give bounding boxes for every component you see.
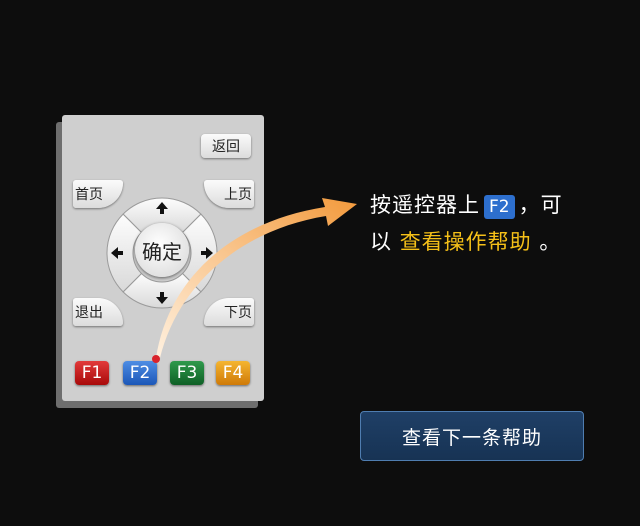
- f2-key-badge: F2: [484, 195, 515, 219]
- help-highlight: 查看操作帮助: [399, 230, 532, 254]
- pointer-dot: [152, 355, 160, 363]
- help-text-end: 。: [539, 230, 562, 254]
- help-text-line-2: 以 查看操作帮助 。: [370, 226, 561, 256]
- help-text-prefix-2: 以: [370, 230, 392, 254]
- help-text-suffix: ，可: [518, 193, 563, 217]
- next-help-button[interactable]: 查看下一条帮助: [360, 411, 584, 461]
- help-text-line-1: 按遥控器上 F2 ，可: [370, 189, 563, 219]
- help-text-prefix: 按遥控器上: [370, 193, 480, 217]
